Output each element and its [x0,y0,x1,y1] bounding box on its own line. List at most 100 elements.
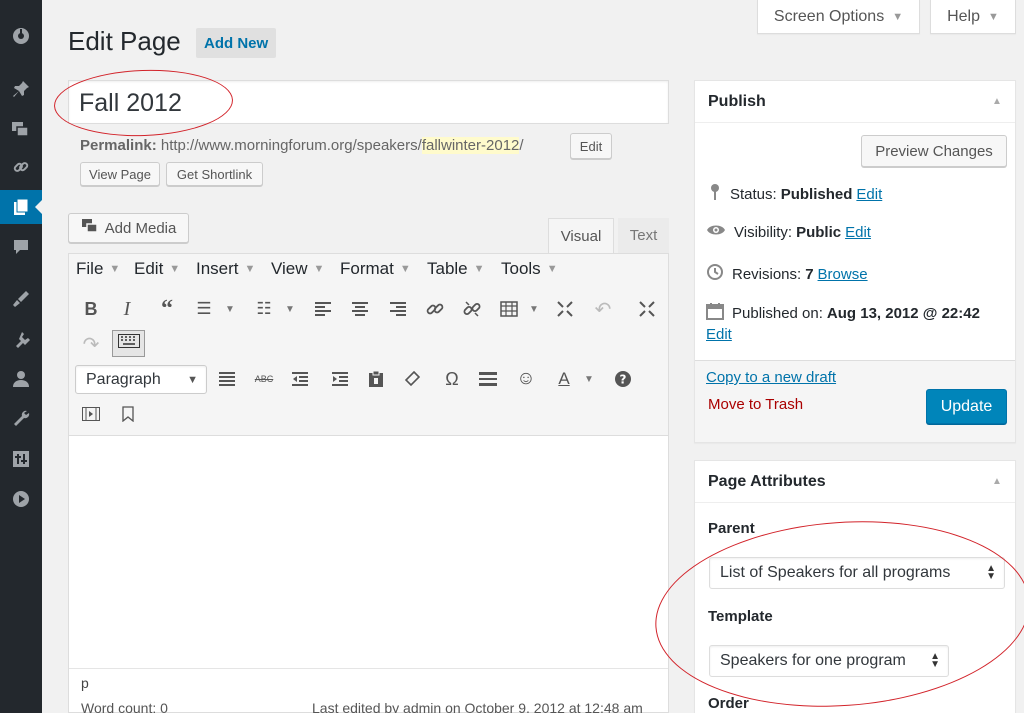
parent-select[interactable]: List of Speakers for all programs ▲ ▼ [709,557,1005,589]
play-icon[interactable] [0,482,42,516]
plugins-icon[interactable] [0,322,42,356]
bookmark-icon[interactable] [116,402,140,426]
video-icon[interactable] [79,402,103,426]
outdent-icon[interactable] [288,367,312,391]
preview-changes-button[interactable]: Preview Changes [861,135,1007,167]
menu-insert[interactable]: Insert ▼ [196,259,255,279]
permalink-tail: / [519,137,524,154]
menu-format[interactable]: Format ▼ [340,259,411,279]
special-character-icon[interactable]: Ω [440,367,464,391]
edit-date-link[interactable]: Edit [706,326,732,343]
help-label: Help [947,7,980,25]
menu-edit-label: Edit [134,259,164,278]
menu-tools[interactable]: Tools ▼ [501,259,558,279]
italic-icon[interactable]: I [115,297,139,321]
page-attributes-title: Page Attributes [708,473,826,490]
template-select[interactable]: Speakers for one program ▲ ▼ [709,645,949,677]
fullscreen-icon[interactable] [553,297,577,321]
align-left-icon[interactable] [311,297,335,321]
browse-revisions-link[interactable]: Browse [818,266,868,283]
table-icon[interactable] [497,297,521,321]
status-row: Status: Published Edit [708,183,882,205]
format-select[interactable]: Paragraph ▼ [75,365,207,394]
redo-icon[interactable]: ↷ [79,332,103,356]
paste-text-icon[interactable] [364,367,388,391]
add-media-button[interactable]: Add Media [68,213,189,243]
unlink-icon[interactable] [460,297,484,321]
align-right-icon[interactable] [386,297,410,321]
pin-icon [708,183,722,205]
indent-icon[interactable] [328,367,352,391]
toolbar-toggle-button[interactable] [112,330,145,357]
parent-label: Parent [708,520,755,537]
justify-icon[interactable] [215,367,239,391]
move-to-trash-link[interactable]: Move to Trash [708,396,803,413]
screen-options-button[interactable]: Screen Options ▼ [757,0,920,34]
published-label: Published on: [732,304,823,322]
template-label: Template [708,608,773,625]
permalink-base[interactable]: http://www.morningforum.org/speakers/ [161,137,422,154]
title-input[interactable]: Fall 2012 [68,80,669,124]
admin-sidebar [0,0,42,713]
pin-icon[interactable] [0,72,42,106]
chevron-down-icon[interactable]: ▼ [577,367,601,391]
blockquote-icon[interactable]: “ [155,296,179,322]
bullet-list-icon[interactable]: ☰ [192,297,216,321]
align-center-icon[interactable] [348,297,372,321]
horizontal-line-icon[interactable] [476,367,500,391]
help-icon[interactable]: ? [611,367,635,391]
text-color-icon[interactable]: A [552,367,576,391]
edit-status-link[interactable]: Edit [856,186,882,203]
emoji-icon[interactable]: ☺ [514,367,538,391]
link-icon[interactable] [423,297,447,321]
eraser-icon[interactable] [400,367,424,391]
chevron-down-icon[interactable]: ▼ [522,297,546,321]
pages-icon[interactable] [0,190,42,224]
chevron-down-icon[interactable]: ▼ [218,297,242,321]
tools-icon[interactable] [0,402,42,436]
edit-permalink-button[interactable]: Edit [570,133,612,159]
get-shortlink-button[interactable]: Get Shortlink [166,162,263,186]
strikethrough-icon[interactable]: ABC [252,367,276,391]
undo-icon[interactable]: ↶ [591,297,615,321]
permalink-slug[interactable]: fallwinter-2012 [421,137,520,154]
expand-icon[interactable] [635,297,659,321]
appearance-icon[interactable] [0,282,42,316]
copy-draft-link[interactable]: Copy to a new draft [706,369,836,386]
last-edited: Last edited by admin on October 9, 2012 … [312,700,643,713]
element-path[interactable]: p [81,675,89,691]
editor-toolbar [69,254,668,436]
collapse-icon[interactable]: ▲ [992,96,1002,107]
media-icon [81,218,99,238]
menu-edit[interactable]: Edit ▼ [134,259,180,279]
edit-visibility-link[interactable]: Edit [845,224,871,241]
view-page-button[interactable]: View Page [80,162,160,186]
add-new-button[interactable]: Add New [196,28,277,58]
update-button[interactable]: Update [926,389,1007,424]
keyboard-icon [117,334,140,353]
visibility-value: Public [796,223,842,241]
permalink: Permalink: http://www.morningforum.org/s… [80,137,524,154]
chevron-down-icon: ▼ [169,263,181,275]
comments-icon[interactable] [0,230,42,264]
numbered-list-icon[interactable]: ☷ [252,297,276,321]
collapse-icon[interactable]: ▲ [992,476,1002,487]
menu-file[interactable]: File ▼ [76,259,120,279]
help-button[interactable]: Help ▼ [930,0,1016,34]
chevron-down-icon[interactable]: ▼ [278,297,302,321]
tab-text[interactable]: Text [618,218,669,253]
media-icon[interactable] [0,112,42,146]
menu-table[interactable]: Table ▼ [427,259,485,279]
history-icon [706,263,724,285]
menu-view[interactable]: View ▼ [271,259,324,279]
links-icon[interactable] [0,150,42,184]
divider [69,668,668,669]
bold-icon[interactable]: B [79,297,103,321]
revisions-value: 7 [805,265,814,283]
tab-visual[interactable]: Visual [548,218,614,253]
chevron-down-icon: ▼ [399,263,411,275]
dashboard-icon[interactable] [0,18,42,52]
users-icon[interactable] [0,362,42,396]
settings-icon[interactable] [0,442,42,476]
published-row: Published on: Aug 13, 2012 @ 22:42 [706,302,980,324]
